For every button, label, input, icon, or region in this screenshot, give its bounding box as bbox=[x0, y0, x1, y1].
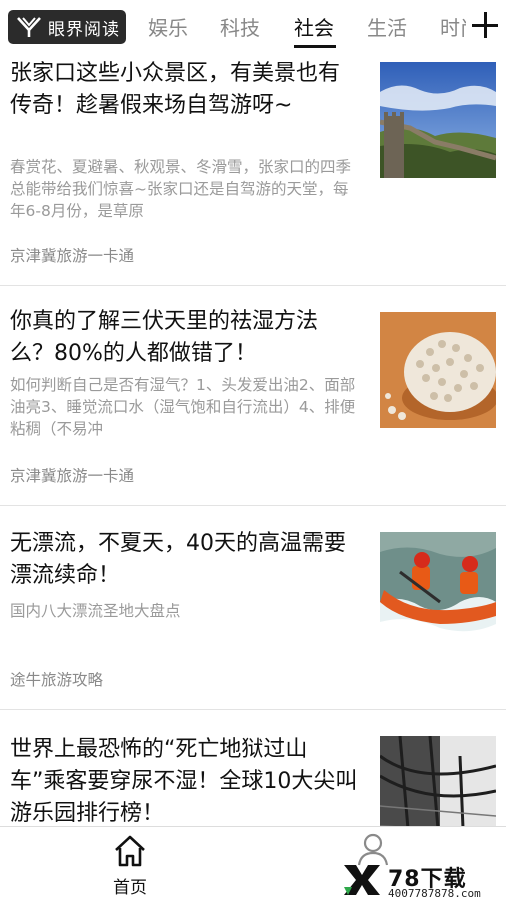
watermark-x-icon bbox=[344, 865, 380, 895]
home-icon bbox=[115, 835, 145, 867]
news-source[interactable]: 途牛旅游攻略 bbox=[10, 668, 103, 690]
news-title[interactable]: 无漂流，不夏天，40天的高温需要漂流续命！ bbox=[10, 528, 360, 592]
news-item[interactable]: 张家口这些小众景区，有美景也有传奇！趁暑假来场自驾游呀~ 春赏花、夏避暑、秋观景… bbox=[0, 52, 506, 286]
active-tab-indicator bbox=[294, 45, 336, 48]
great-wall-photo[interactable] bbox=[380, 62, 496, 178]
watermark: 78下载 4007787878.com bbox=[342, 861, 506, 900]
barley-bowl-photo[interactable] bbox=[380, 312, 496, 428]
tab-entertainment[interactable]: 娱乐 bbox=[148, 12, 188, 41]
news-title[interactable]: 你真的了解三伏天里的祛湿方法么？80%的人都做错了！ bbox=[10, 306, 360, 370]
news-summary: 国内八大漂流圣地大盘点 bbox=[10, 602, 181, 620]
top-bar: 眼界阅读 娱乐 科技 社会 生活 时尚 bbox=[0, 0, 506, 52]
logo-icon bbox=[17, 17, 41, 37]
home-tab[interactable]: 首页 bbox=[100, 833, 160, 898]
tab-society[interactable]: 社会 bbox=[294, 12, 334, 41]
home-label: 首页 bbox=[113, 878, 147, 898]
tab-fashion[interactable]: 时尚 bbox=[440, 12, 466, 41]
add-channel-icon[interactable] bbox=[468, 8, 502, 42]
news-summary: 春赏花、夏避暑、秋观景、冬滑雪，张家口的四季总能带给我们惊喜~张家口还是自驾游的… bbox=[10, 158, 352, 220]
news-title[interactable]: 世界上最恐怖的“死亡地狱过山车”乘客要穿尿不湿！全球10大尖叫游乐园排行榜！ bbox=[10, 734, 360, 830]
app-logo[interactable]: 眼界阅读 bbox=[8, 10, 126, 44]
tab-life[interactable]: 生活 bbox=[367, 12, 407, 41]
tab-technology[interactable]: 科技 bbox=[220, 12, 260, 41]
app-name: 眼界阅读 bbox=[48, 19, 120, 40]
news-item[interactable]: 你真的了解三伏天里的祛湿方法么？80%的人都做错了！ 如何判断自己是否有湿气？1… bbox=[0, 286, 506, 506]
news-item[interactable]: 无漂流，不夏天，40天的高温需要漂流续命！ 国内八大漂流圣地大盘点 途牛旅游攻略 bbox=[0, 506, 506, 710]
news-source[interactable]: 京津冀旅游一卡通 bbox=[10, 464, 134, 486]
bottom-nav: 首页 78下载 4007787878.com bbox=[0, 826, 506, 900]
rafting-photo[interactable] bbox=[380, 532, 496, 648]
news-title[interactable]: 张家口这些小众景区，有美景也有传奇！趁暑假来场自驾游呀~ bbox=[10, 58, 360, 122]
watermark-subtitle: 4007787878.com bbox=[388, 887, 481, 900]
news-source[interactable]: 京津冀旅游一卡通 bbox=[10, 244, 134, 266]
news-summary: 如何判断自己是否有湿气？1、头发爱出油2、面部油亮3、睡觉流口水（湿气饱和自行流… bbox=[10, 376, 356, 438]
